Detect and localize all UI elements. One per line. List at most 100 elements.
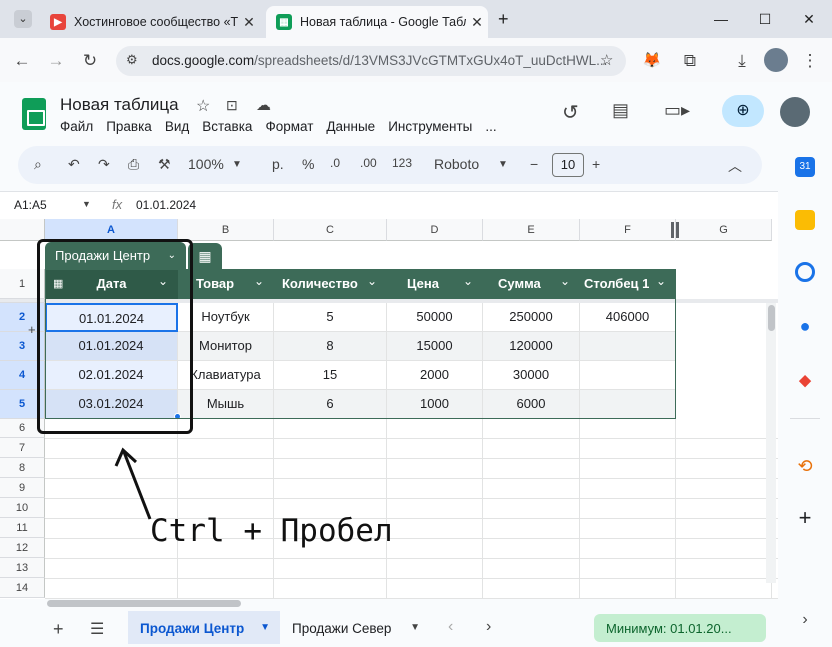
share-button[interactable]: ⊕ [722,95,764,127]
extension-metamask-icon[interactable]: 🦊 [640,49,664,73]
column-header-b[interactable]: B [178,219,274,241]
back-icon[interactable]: ← [10,49,34,73]
expand-panel-chevron-icon[interactable]: › [795,610,815,630]
column-header-a[interactable]: A [45,219,178,241]
add-sheet-button[interactable]: + [53,619,64,640]
cell-f3[interactable] [580,332,676,361]
chevron-down-icon[interactable]: ⌄ [656,274,666,288]
menu-edit[interactable]: Правка [106,119,152,134]
cell-c3[interactable]: 8 [274,332,387,361]
cell-f2[interactable]: 406000 [580,303,676,332]
cell-e2[interactable]: 250000 [483,303,580,332]
meet-icon[interactable]: ▭▸ [664,100,690,121]
frozen-column-handle[interactable] [671,222,679,238]
increase-decimal-button[interactable]: .00 [360,156,377,170]
cell-f5[interactable] [580,390,676,419]
row-header-12[interactable]: 12 [0,538,45,558]
font-size-input[interactable]: 10 [552,153,584,177]
close-icon[interactable]: ✕ [466,14,488,31]
maps-icon[interactable]: ⬥ [795,370,815,390]
formula-input[interactable]: 01.01.2024 [136,198,196,212]
account-avatar[interactable] [780,97,810,127]
bookmark-star-icon[interactable]: ☆ [600,51,613,69]
table-header-price-cell[interactable]: Цена ⌄ [387,269,483,299]
forward-icon[interactable]: → [44,49,68,73]
chevron-down-icon[interactable]: ▼ [410,622,420,633]
print-icon[interactable]: ⎙ [128,156,139,173]
column-header-f[interactable]: F [580,219,676,241]
new-tab-button[interactable]: + [498,9,509,30]
cell-c4[interactable]: 15 [274,361,387,390]
close-icon[interactable]: ✕ [238,14,260,31]
row-header-8[interactable]: 8 [0,458,45,478]
select-all-corner[interactable] [0,219,45,241]
paint-format-icon[interactable]: ⚒ [158,156,171,173]
cell-f4[interactable] [580,361,676,390]
row-header-14[interactable]: 14 [0,578,45,598]
scroll-tabs-right-icon[interactable]: › [486,618,491,636]
keep-icon[interactable] [795,210,815,230]
cell-e5[interactable]: 6000 [483,390,580,419]
menu-data[interactable]: Данные [326,119,375,134]
chevron-down-icon[interactable]: ⌄ [367,274,377,288]
currency-button[interactable]: р. [272,156,284,172]
row-header-7[interactable]: 7 [0,438,45,458]
zoom-chevron-down-icon[interactable]: ▼ [232,159,242,170]
number-format-button[interactable]: 123 [392,156,412,170]
browser-tab-1[interactable]: ▶ Хостинговое сообщество «Tim ✕ [40,6,260,38]
cell-c2[interactable]: 5 [274,303,387,332]
chevron-down-icon[interactable]: ⌄ [463,274,473,288]
site-info-icon[interactable]: ⚙ [126,52,138,68]
cell-e3[interactable]: 120000 [483,332,580,361]
scroll-tabs-left-icon[interactable]: ‹ [448,618,453,636]
tasks-icon[interactable] [795,262,815,282]
percent-button[interactable]: % [302,156,314,172]
minimize-icon[interactable]: — [706,8,736,30]
browser-tab-2[interactable]: ▦ Новая таблица - Google Табли ✕ [266,6,488,38]
chevron-down-icon[interactable]: ⌄ [560,274,570,288]
document-title[interactable]: Новая таблица [60,95,179,115]
row-header-10[interactable]: 10 [0,498,45,518]
menu-tools[interactable]: Инструменты [388,119,472,134]
sheet-tab[interactable]: Продажи Север ▼ [282,611,432,644]
row-header-13[interactable]: 13 [0,558,45,578]
zoom-select[interactable]: 100% [188,156,224,172]
column-header-e[interactable]: E [483,219,580,241]
cell-d4[interactable]: 2000 [387,361,483,390]
horizontal-scroll-thumb[interactable] [47,600,241,607]
window-close-icon[interactable]: ✕ [794,8,824,30]
addon-icon[interactable]: ⟲ [795,456,815,476]
maximize-icon[interactable]: ☐ [750,8,780,30]
font-chevron-down-icon[interactable]: ▼ [498,159,508,170]
comments-icon[interactable]: ▤ [612,100,629,121]
column-header-d[interactable]: D [387,219,483,241]
cell-d2[interactable]: 50000 [387,303,483,332]
move-folder-icon[interactable]: ⊡ [226,97,238,114]
cell-d3[interactable]: 15000 [387,332,483,361]
search-icon[interactable]: ⌕ [34,156,42,173]
table-options-icon[interactable]: ▦ [188,243,222,269]
menu-insert[interactable]: Вставка [202,119,252,134]
browser-menu-icon[interactable]: ⋮ [798,49,822,73]
cell-e4[interactable]: 30000 [483,361,580,390]
column-header-c[interactable]: C [274,219,387,241]
row-header-9[interactable]: 9 [0,478,45,498]
column-header-g[interactable]: G [676,219,772,241]
undo-icon[interactable]: ↶ [68,156,80,173]
address-bar[interactable]: ⚙ docs.google.com/spreadsheets/d/13VMS3J… [116,46,626,76]
sheet-tab-active[interactable]: Продажи Центр ▼ [128,611,280,644]
reload-icon[interactable]: ↻ [78,49,102,73]
font-size-increase-button[interactable]: + [592,156,600,172]
cell-c5[interactable]: 6 [274,390,387,419]
download-icon[interactable]: ⤓ [730,49,754,73]
redo-icon[interactable]: ↷ [98,156,110,173]
sheets-logo[interactable] [22,98,46,130]
summary-chip[interactable]: Минимум: 01.01.20... [594,614,766,642]
menu-file[interactable]: Файл [60,119,93,134]
font-select[interactable]: Roboto [434,156,479,172]
table-header-sum-cell[interactable]: Сумма ⌄ [483,269,580,299]
menu-more[interactable]: ... [485,119,496,134]
tab-search-icon[interactable]: ⌄ [14,10,32,28]
name-box[interactable]: A1:A5 [14,198,47,212]
cell-d5[interactable]: 1000 [387,390,483,419]
